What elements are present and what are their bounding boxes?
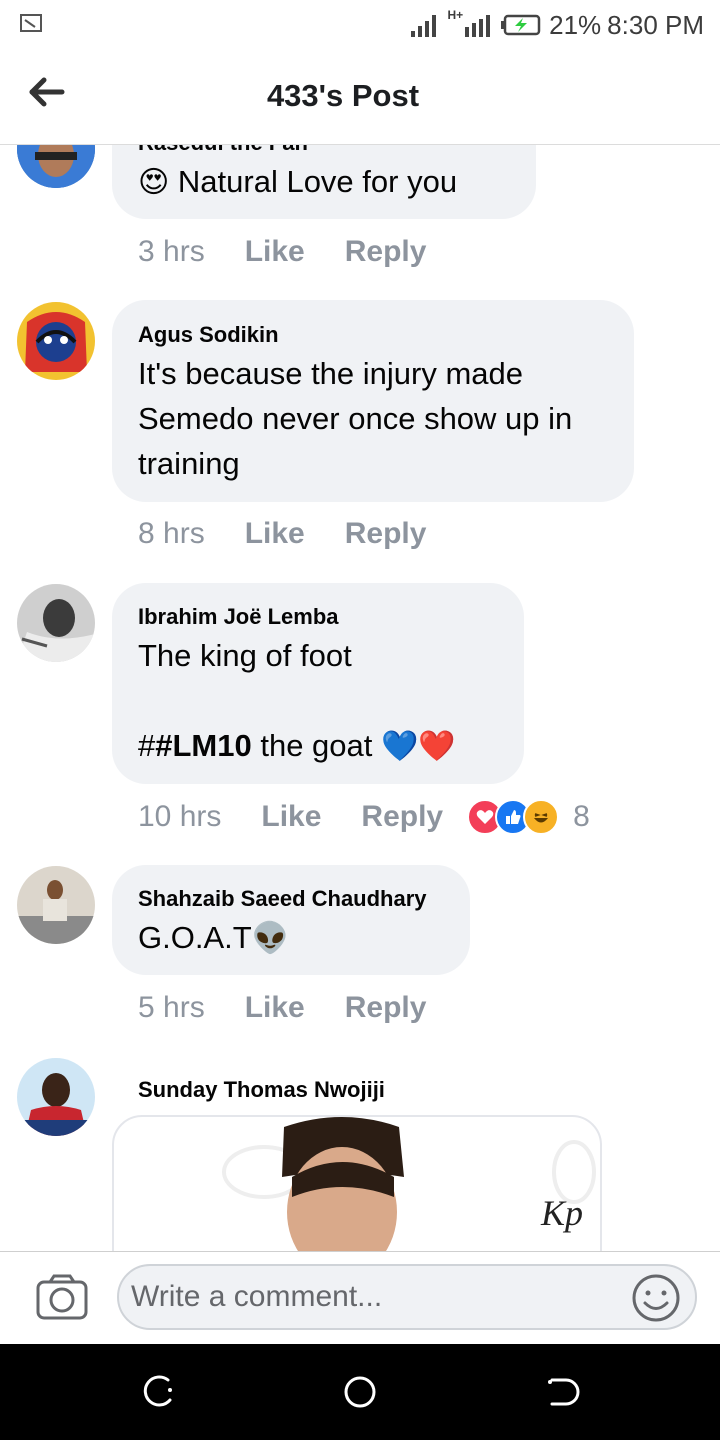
like-button[interactable]: Like <box>261 800 321 834</box>
comment-author[interactable]: Sunday Thomas Nwojiji <box>138 1077 385 1103</box>
comment-time: 5 hrs <box>138 991 205 1024</box>
home-icon[interactable] <box>340 1372 380 1412</box>
battery-percent: 21% <box>549 9 602 40</box>
reply-button[interactable]: Reply <box>361 800 443 834</box>
avatar-image <box>17 302 95 380</box>
reply-button[interactable]: Reply <box>345 517 427 551</box>
hash-prefix: # <box>138 728 156 763</box>
reply-button[interactable]: Reply <box>345 235 427 269</box>
comment-text-line-2: Semedo never once show up in <box>138 401 573 436</box>
avatar[interactable] <box>17 302 95 380</box>
comment-text-body: G.O.A.T <box>138 920 252 955</box>
avatar-image <box>17 584 95 662</box>
comment-composer <box>0 1251 720 1345</box>
system-nav-bar <box>0 1344 720 1440</box>
meme-image <box>222 1117 596 1251</box>
comment-author[interactable]: Rasedul the Fan <box>138 145 308 156</box>
smiley-icon[interactable] <box>630 1272 682 1324</box>
cast-icon <box>20 14 42 32</box>
clock: 8:30 PM <box>607 9 704 40</box>
haha-reaction-icon <box>523 799 560 835</box>
comment-author[interactable]: Shahzaib Saeed Chaudhary <box>138 886 427 912</box>
comment-meta: 10 hrs Like Reply 8 <box>138 799 590 835</box>
comment-image-attachment[interactable]: Kp <box>112 1115 602 1251</box>
avatar[interactable] <box>17 866 95 944</box>
signal-icon-2 <box>465 15 491 37</box>
comment-text-line-1: The king of foot <box>138 638 352 673</box>
recent-apps-icon[interactable] <box>140 1372 180 1412</box>
comment-meta: 8 hrs Like Reply <box>138 517 426 551</box>
comment-text-body: Natural Love for you <box>177 164 458 199</box>
comment-input[interactable] <box>117 1264 697 1330</box>
comment-time: 10 hrs <box>138 800 222 833</box>
comment-text-line-1: It's because the injury made <box>138 356 524 391</box>
avatar-image <box>17 1058 95 1136</box>
comment-text-line-3: ##LM10 the goat 💙❤️ <box>138 723 456 769</box>
comment-author[interactable]: Ibrahim Joë Lemba <box>138 604 339 630</box>
comment-author[interactable]: Agus Sodikin <box>138 322 279 348</box>
reaction-count: 8 <box>573 800 590 833</box>
reaction-summary[interactable]: 8 <box>467 799 590 835</box>
heart-emojis: 💙❤️ <box>381 730 456 763</box>
signal-icon <box>411 15 437 37</box>
comments-feed[interactable]: Rasedul the Fan 😍 Natural Love for you 3… <box>0 145 720 1251</box>
reply-button[interactable]: Reply <box>345 991 427 1025</box>
like-button[interactable]: Like <box>245 991 305 1025</box>
avatar-image <box>17 866 95 944</box>
camera-icon[interactable] <box>36 1274 88 1320</box>
heart-eyes-emoji: 😍 <box>138 166 170 199</box>
comment-text: G.O.A.T👽 <box>138 915 289 961</box>
avatar[interactable] <box>17 584 95 662</box>
app-bar: 433's Post <box>0 50 720 145</box>
like-button[interactable]: Like <box>245 235 305 269</box>
avatar[interactable] <box>17 145 95 188</box>
back-icon[interactable] <box>540 1372 580 1412</box>
network-type-label: H+ <box>447 8 464 22</box>
avatar-image <box>17 145 95 188</box>
like-button[interactable]: Like <box>245 517 305 551</box>
battery-icon <box>501 14 541 36</box>
comment-text: 😍 Natural Love for you <box>138 159 457 205</box>
status-bar: H+ 21% 8:30 PM <box>0 0 720 50</box>
comment-text-rest: the goat <box>251 728 373 763</box>
comment-time: 8 hrs <box>138 517 205 550</box>
comment-text-line-3: training <box>138 446 240 481</box>
comment-meta: 3 hrs Like Reply <box>138 235 426 269</box>
comment-meta: 5 hrs Like Reply <box>138 991 426 1025</box>
page-title: 433's Post <box>266 78 420 113</box>
comment-time: 3 hrs <box>138 235 205 268</box>
hashtag-link[interactable]: #LM10 <box>155 728 251 763</box>
watermark-mark: Kp <box>541 1193 584 1233</box>
avatar[interactable] <box>17 1058 95 1136</box>
alien-emoji: 👽 <box>251 922 290 955</box>
